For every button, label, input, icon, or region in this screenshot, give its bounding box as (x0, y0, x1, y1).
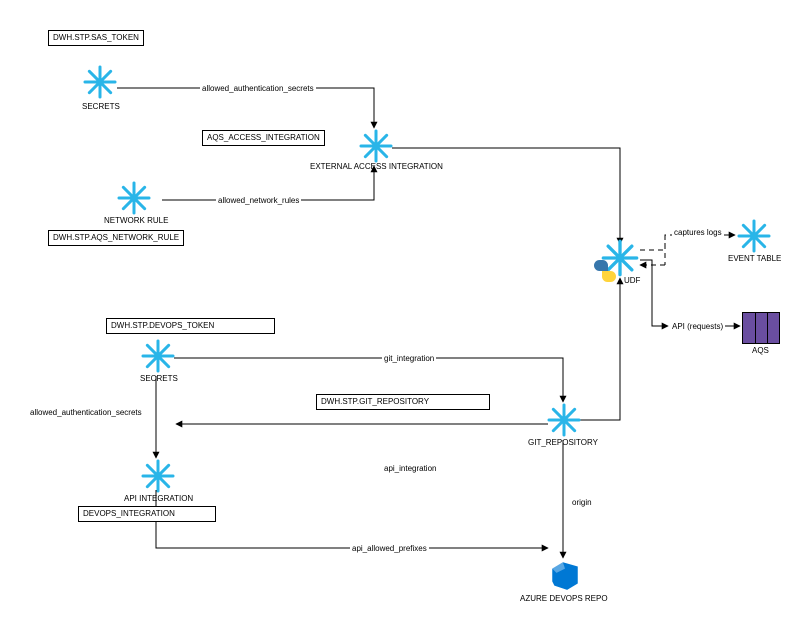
git-repo-label: DWH.STP.GIT_REPOSITORY (321, 397, 429, 406)
edge-label-auth-secrets1: allowed_authentication_secrets (200, 84, 316, 94)
aqs-access-integration-box: AQS_ACCESS_INTEGRATION (202, 130, 325, 146)
external-access-icon (358, 128, 394, 164)
network-rule-icon (116, 180, 152, 216)
edge-label-api-integration: api_integration (382, 464, 438, 474)
edge-secrets-to-extaccess (117, 88, 374, 128)
network-rule-caption: NETWORK RULE (104, 216, 168, 226)
git-repo-icon (546, 402, 582, 438)
devops-token-box: DWH.STP.DEVOPS_TOKEN (106, 318, 275, 334)
sas-token-box: DWH.STP.SAS_TOKEN (48, 30, 144, 46)
external-access-caption: EXTERNAL ACCESS INTEGRATION (310, 162, 443, 172)
secrets1-icon (82, 64, 118, 100)
git-repo-caption: GIT_REPOSITORY (528, 438, 598, 448)
devops-token-label: DWH.STP.DEVOPS_TOKEN (111, 321, 214, 330)
edge-label-network-rules: allowed_network_rules (216, 196, 301, 206)
devops-integration-box: DEVOPS_INTEGRATION (78, 506, 216, 522)
azure-devops-repo-caption: AZURE DEVOPS REPO (520, 594, 608, 604)
api-integration-caption: API INTEGRATION (124, 494, 193, 504)
edge-label-api-allowed-prefixes: api_allowed_prefixes (350, 544, 429, 554)
aqs-access-integration-label: AQS_ACCESS_INTEGRATION (207, 133, 320, 142)
event-table-caption: EVENT TABLE (728, 254, 781, 264)
git-repo-box: DWH.STP.GIT_REPOSITORY (316, 394, 490, 410)
edge-label-origin: origin (570, 498, 594, 508)
python-icon (594, 260, 616, 282)
edge-udf-to-aqs-1 (640, 260, 668, 326)
edge-label-captures-logs: captures logs (672, 228, 724, 238)
secrets2-caption: SECRETS (140, 374, 178, 384)
udf-caption: UDF (624, 276, 640, 286)
aqs-caption: AQS (752, 346, 769, 356)
edge-gitrepo-to-udf (580, 278, 620, 420)
edge-label-api-requests: API (requests) (670, 322, 725, 332)
event-table-icon (736, 218, 772, 254)
edge-label-git-integration: git_integration (382, 354, 436, 364)
devops-integration-label: DEVOPS_INTEGRATION (83, 509, 175, 518)
aqs-network-rule-label: DWH.STP.AQS_NETWORK_RULE (53, 233, 179, 242)
sas-token-label: DWH.STP.SAS_TOKEN (53, 33, 139, 42)
azure-devops-repo-icon (548, 558, 582, 594)
api-integration-icon (140, 458, 176, 494)
aqs-icon (742, 312, 780, 344)
connector-layer (0, 0, 797, 632)
edge-label-auth-secrets2: allowed_authentication_secrets (28, 408, 144, 418)
secrets1-caption: SECRETS (82, 102, 120, 112)
secrets2-icon (140, 338, 176, 374)
aqs-network-rule-box: DWH.STP.AQS_NETWORK_RULE (48, 230, 184, 246)
